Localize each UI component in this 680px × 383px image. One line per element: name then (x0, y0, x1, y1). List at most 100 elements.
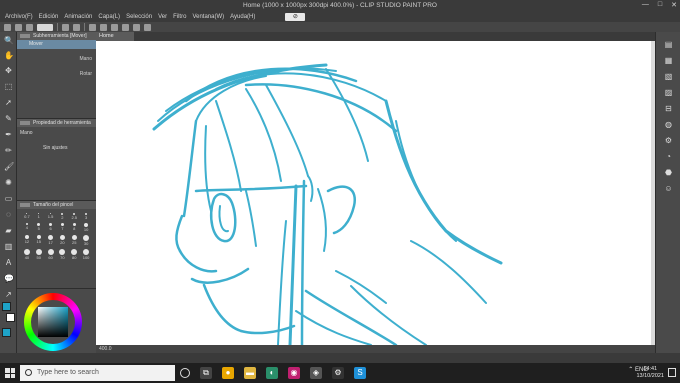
invert-icon[interactable] (133, 23, 140, 31)
show-selection-icon[interactable] (144, 23, 151, 31)
brush-size-item[interactable]: 1 (33, 213, 45, 220)
music-app-icon[interactable]: ◉ (288, 367, 300, 379)
saturation-value-square[interactable] (38, 307, 68, 337)
brush-size-item[interactable]: 2 (56, 213, 68, 220)
clip-studio-icon[interactable] (37, 23, 53, 31)
redo-icon[interactable] (73, 23, 80, 31)
undo-icon[interactable] (62, 23, 69, 31)
taskbar-search-input[interactable]: Type here to search (20, 365, 175, 381)
open-file-icon[interactable] (15, 23, 22, 31)
pencil-tool-icon[interactable]: ✏ (4, 146, 13, 155)
close-button[interactable]: ✕ (671, 1, 677, 9)
task-view-icon[interactable]: ⧉ (200, 367, 212, 379)
settings-icon[interactable]: ⚙ (332, 367, 344, 379)
pen-tool-icon[interactable]: ✒ (4, 130, 13, 139)
brush-size-item[interactable]: 2.5 (68, 213, 80, 220)
save-icon[interactable] (26, 23, 33, 31)
new-file-icon[interactable] (4, 23, 11, 31)
auto-action-icon[interactable]: ⚙ (664, 136, 673, 145)
subtool-item-mover[interactable]: Mover (17, 40, 96, 49)
move-tool-icon[interactable]: ✥ (4, 66, 13, 75)
brush-size-item[interactable]: 7 (56, 223, 68, 232)
taskbar-clock[interactable]: 14:41 13/10/2021 (636, 366, 664, 380)
main-color-swatch[interactable] (2, 328, 11, 337)
transform-icon[interactable] (111, 23, 118, 31)
main-color-swatch[interactable] (2, 302, 11, 311)
airbrush-tool-icon[interactable]: ✺ (4, 178, 13, 187)
brush-size-item[interactable]: 40 (21, 249, 33, 260)
search-panel-icon[interactable]: ◔ (664, 152, 673, 161)
subtool-item-mano[interactable]: Mano (17, 55, 96, 64)
menu-ventana[interactable]: Ventana(W) (192, 14, 224, 20)
brush-size-item[interactable]: 15 (33, 235, 45, 246)
zoom-level[interactable]: 400.0 (99, 346, 112, 352)
tray-chevron-icon[interactable]: ⌃ (628, 367, 633, 373)
fill-icon[interactable] (100, 23, 107, 31)
brush-size-item[interactable]: 3 (80, 213, 92, 220)
fill-tool-icon[interactable]: ▰ (4, 226, 13, 235)
brush-size-item[interactable]: 10 (80, 223, 92, 232)
edge-icon[interactable]: ◐ (266, 367, 278, 379)
brush-size-item[interactable]: 4 (21, 223, 33, 232)
brush-tool-icon[interactable]: 🖌 (4, 162, 14, 171)
clip-studio-taskbar-icon[interactable]: ◈ (310, 367, 322, 379)
menu-ayuda[interactable]: Ayuda(H) (230, 14, 255, 20)
subtool-item-rotar[interactable]: Rotar (17, 70, 96, 79)
brush-size-item[interactable]: 5 (33, 223, 45, 232)
skype-icon[interactable]: S (354, 367, 366, 379)
brush-size-item[interactable]: 1.5 (45, 213, 57, 220)
brush-size-item[interactable]: 80 (68, 249, 80, 260)
minimize-button[interactable]: — (642, 1, 649, 9)
item-bank-icon[interactable]: ☺ (664, 184, 673, 193)
menu-filtro[interactable]: Filtro (173, 14, 186, 20)
ruler-tool-icon[interactable]: ↗ (4, 290, 13, 299)
eraser-tool-icon[interactable]: ▭ (4, 194, 13, 203)
brush-size-item[interactable]: 20 (56, 235, 68, 246)
warning-icon[interactable]: ⊘ (285, 13, 306, 21)
history-icon[interactable]: ⊟ (664, 104, 673, 113)
brush-size-item[interactable]: 30 (80, 235, 92, 246)
hand-tool-icon[interactable]: ✋ (4, 51, 14, 60)
selection-tool-icon[interactable]: ⬚ (4, 82, 13, 91)
menu-capa[interactable]: Capa(L) (98, 14, 120, 20)
layer-property-icon[interactable]: ▦ (664, 56, 673, 65)
document-tab[interactable]: Home (96, 32, 134, 41)
deselect-icon[interactable] (122, 23, 129, 31)
drawing-canvas[interactable] (96, 41, 651, 345)
brush-size-item[interactable]: 70 (56, 249, 68, 260)
balloon-tool-icon[interactable]: 💬 (4, 274, 14, 283)
sub-color-swatch[interactable] (6, 313, 15, 322)
brush-size-item[interactable]: 0.7 (21, 213, 33, 220)
brush-icon[interactable]: ◍ (664, 120, 673, 129)
notification-icon[interactable] (668, 368, 676, 377)
sub-view-icon[interactable]: ⬣ (664, 168, 673, 177)
gradient-tool-icon[interactable]: ▥ (4, 242, 13, 251)
zoom-tool-icon[interactable]: 🔍 (4, 36, 14, 45)
brush-size-item[interactable]: 100 (80, 249, 92, 260)
cortana-icon[interactable] (180, 368, 190, 378)
brush-size-item[interactable]: 60 (45, 249, 57, 260)
chrome-icon[interactable]: ● (222, 367, 234, 379)
brush-size-item[interactable]: 6 (45, 223, 57, 232)
menu-seleccion[interactable]: Selección (126, 14, 152, 20)
menu-archivo[interactable]: Archivo(F) (5, 14, 33, 20)
menu-ver[interactable]: Ver (158, 14, 167, 20)
brush-size-item[interactable]: 17 (45, 235, 57, 246)
brush-size-item[interactable]: 50 (33, 249, 45, 260)
layer-icon[interactable]: ▤ (664, 40, 673, 49)
file-explorer-icon[interactable]: ▬ (244, 367, 256, 379)
navigator-icon[interactable]: ▧ (664, 72, 673, 81)
blend-tool-icon[interactable]: ◌ (4, 210, 13, 219)
windows-start-icon[interactable] (5, 368, 15, 378)
material-icon[interactable]: ▨ (664, 88, 673, 97)
maximize-button[interactable]: □ (658, 1, 662, 9)
menu-edicion[interactable]: Edición (39, 14, 59, 20)
brush-size-item[interactable]: 12 (21, 235, 33, 246)
brush-size-item[interactable]: 25 (68, 235, 80, 246)
lasso-tool-icon[interactable]: ➚ (4, 98, 13, 107)
menu-animacion[interactable]: Animación (64, 14, 92, 20)
eyedropper-tool-icon[interactable]: ✎ (4, 114, 13, 123)
text-tool-icon[interactable]: A (4, 258, 13, 267)
clear-icon[interactable] (89, 23, 96, 31)
brush-size-item[interactable]: 8 (68, 223, 80, 232)
